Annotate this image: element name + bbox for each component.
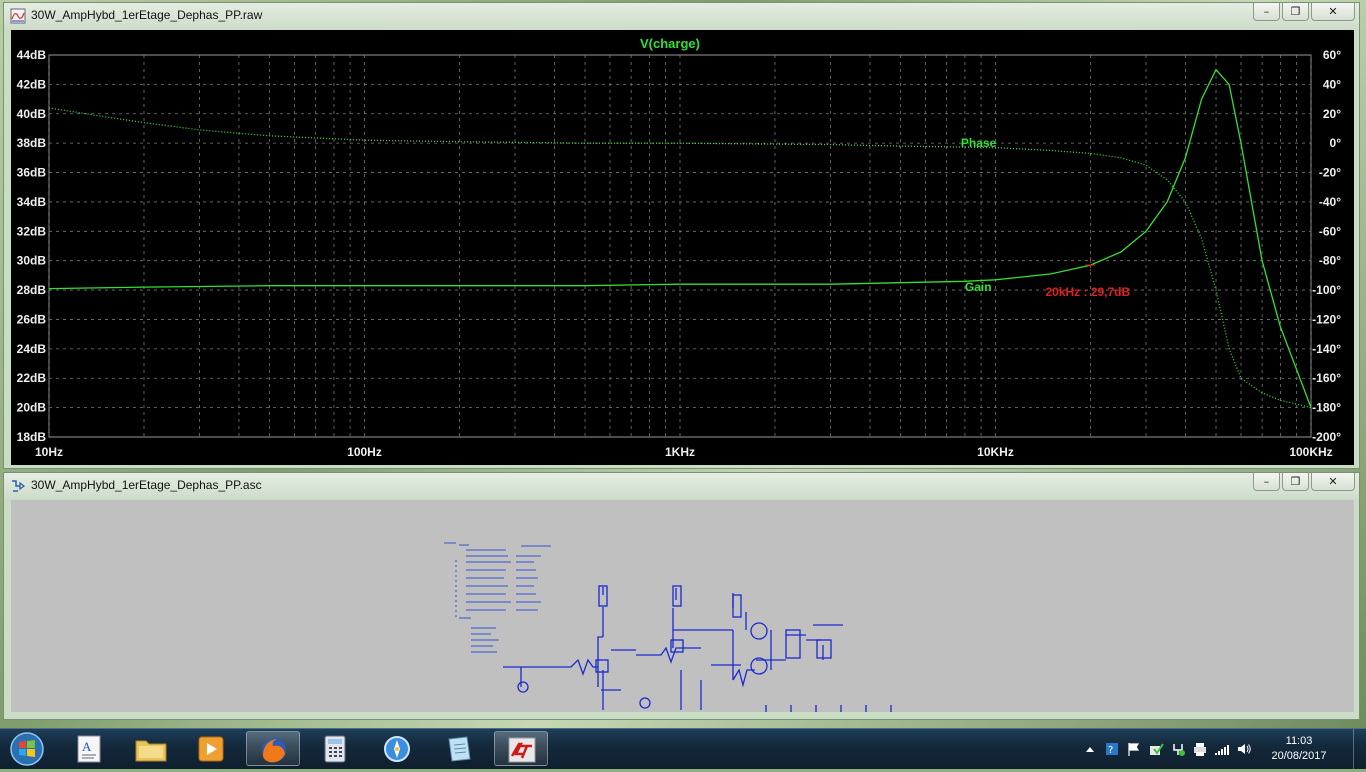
taskbar-item-text-editor[interactable]: A <box>62 731 116 766</box>
x-tick-label: 10KHz <box>977 445 1014 459</box>
file-explorer-icon <box>135 740 167 762</box>
printer-icon[interactable] <box>1192 741 1208 757</box>
waveform-icon <box>10 8 26 24</box>
calculator-icon <box>324 735 346 763</box>
y-left-tick-label: 38dB <box>17 136 47 150</box>
taskbar-item-firefox[interactable] <box>246 731 300 766</box>
series-phase-curve <box>48 107 1312 409</box>
y-left-tick-label: 30dB <box>17 254 47 268</box>
circuit-wires <box>503 585 892 712</box>
plot-area[interactable]: 10Hz 100Hz 1KHz 10KHz 100KHz 44dB 60° 42dB 40° 40… <box>11 30 1354 465</box>
y-right-tick-label: -180° <box>1312 401 1341 415</box>
action-center-flag-icon[interactable] <box>1126 741 1142 757</box>
taskbar-item-media-player[interactable] <box>184 731 238 766</box>
close-button[interactable]: ✕ <box>1311 3 1355 21</box>
y-right-tick-label: -140° <box>1312 342 1341 356</box>
clock-date: 20/08/2017 <box>1271 750 1327 762</box>
y-left-tick-label: 28dB <box>17 283 47 297</box>
taskbar-item-compass[interactable] <box>370 731 424 766</box>
y-left-tick-label: 32dB <box>17 224 47 238</box>
plot-window-titlebar[interactable]: 30W_AmpHybd_1erEtage_Dephas_PP.raw – ❐ ✕ <box>4 3 1359 29</box>
restore-button[interactable]: ❐ <box>1282 3 1309 21</box>
usb-icon[interactable] <box>1170 741 1186 757</box>
schematic-window: 30W_AmpHybd_1erEtage_Dephas_PP.asc – ❐ ✕ <box>3 472 1360 720</box>
clock[interactable]: 11:03 20/08/2017 <box>1264 734 1334 764</box>
x-tick-label: 100Hz <box>347 445 382 459</box>
y-left-tick-label: 34dB <box>17 195 47 209</box>
y-right-tick-label: -200° <box>1312 430 1341 444</box>
y-right-tick-label: -120° <box>1312 312 1341 326</box>
svg-text:A: A <box>82 739 92 754</box>
taskbar: A ? 11:03 20/08/2017 <box>0 728 1366 769</box>
volume-icon[interactable] <box>1236 741 1252 757</box>
schematic-window-titlebar[interactable]: 30W_AmpHybd_1erEtage_Dephas_PP.asc – ❐ ✕ <box>4 473 1359 499</box>
taskbar-item-file-explorer[interactable] <box>124 731 178 766</box>
y-left-tick-label: 24dB <box>17 342 47 356</box>
y-left-tick-label: 26dB <box>17 312 47 326</box>
y-right-tick-label: -40° <box>1319 195 1341 209</box>
network-share-icon[interactable]: ? <box>1104 741 1120 757</box>
taskbar-item-notes[interactable] <box>432 731 486 766</box>
close-button[interactable]: ✕ <box>1311 473 1355 491</box>
x-tick-label: 10Hz <box>35 445 63 459</box>
y-right-tick-label: 40° <box>1323 77 1341 91</box>
plot-window-title: 30W_AmpHybd_1erEtage_Dephas_PP.raw <box>31 8 263 22</box>
minimize-button[interactable]: – <box>1253 473 1280 491</box>
taskbar-item-ltspice[interactable] <box>494 731 548 766</box>
show-desktop-button[interactable] <box>1353 729 1366 769</box>
y-right-tick-label: 20° <box>1323 107 1341 121</box>
schematic-canvas[interactable] <box>11 500 1354 712</box>
ltspice-icon <box>508 737 536 763</box>
y-right-tick-label: 60° <box>1323 48 1341 62</box>
bode-plot[interactable]: 10Hz 100Hz 1KHz 10KHz 100KHz 44dB 60° 42dB 40° 40… <box>11 30 1354 465</box>
media-player-icon <box>198 736 224 762</box>
x-tick-label: 1KHz <box>665 445 695 459</box>
y-left-tick-label: 44dB <box>17 48 47 62</box>
y-right-tick-label: 0° <box>1330 136 1342 150</box>
show-hidden-icons-icon[interactable] <box>1082 741 1098 757</box>
text-editor-icon: A <box>77 735 101 763</box>
y-left-tick-label: 42dB <box>17 77 47 91</box>
clock-time: 11:03 <box>1285 735 1313 747</box>
y-left-tick-label: 22dB <box>17 371 47 385</box>
restore-button[interactable]: ❐ <box>1282 473 1309 491</box>
system-tray: ? 11:03 20/08/2017 <box>1076 729 1366 769</box>
taskbar-item-calculator[interactable] <box>308 731 362 766</box>
schematic-icon <box>12 480 26 492</box>
y-right-tick-label: -20° <box>1319 166 1341 180</box>
y-left-tick-label: 20dB <box>17 401 47 415</box>
y-right-tick-label: -80° <box>1319 254 1341 268</box>
firefox-icon <box>262 738 286 763</box>
y-left-tick-label: 40dB <box>17 107 47 121</box>
device-check-icon[interactable] <box>1148 741 1164 757</box>
y-left-tick-label: 36dB <box>17 166 47 180</box>
schematic-window-title: 30W_AmpHybd_1erEtage_Dephas_PP.asc <box>31 478 262 492</box>
y-left-tick-label: 18dB <box>17 430 47 444</box>
series-label-phase: Phase <box>961 136 997 150</box>
spice-directives-block <box>444 542 551 653</box>
y-right-tick-label: -100° <box>1312 283 1341 297</box>
compass-icon <box>384 736 410 762</box>
chart-title: V(charge) <box>640 36 700 51</box>
notes-icon <box>448 736 471 762</box>
x-tick-label: 100KHz <box>1289 445 1332 459</box>
windows-start-icon[interactable] <box>4 729 50 769</box>
svg-text:?: ? <box>1108 745 1113 756</box>
cursor-readout-label: 20kHz : 29,7dB <box>1045 285 1130 299</box>
y-right-tick-label: -60° <box>1319 224 1341 238</box>
schematic-drawing <box>444 542 892 712</box>
signal-strength-icon[interactable] <box>1214 741 1230 757</box>
y-right-tick-label: -160° <box>1312 371 1341 385</box>
minimize-button[interactable]: – <box>1253 3 1280 21</box>
plot-window: 30W_AmpHybd_1erEtage_Dephas_PP.raw – ❐ ✕… <box>3 2 1360 469</box>
series-label-gain: Gain <box>965 280 992 294</box>
